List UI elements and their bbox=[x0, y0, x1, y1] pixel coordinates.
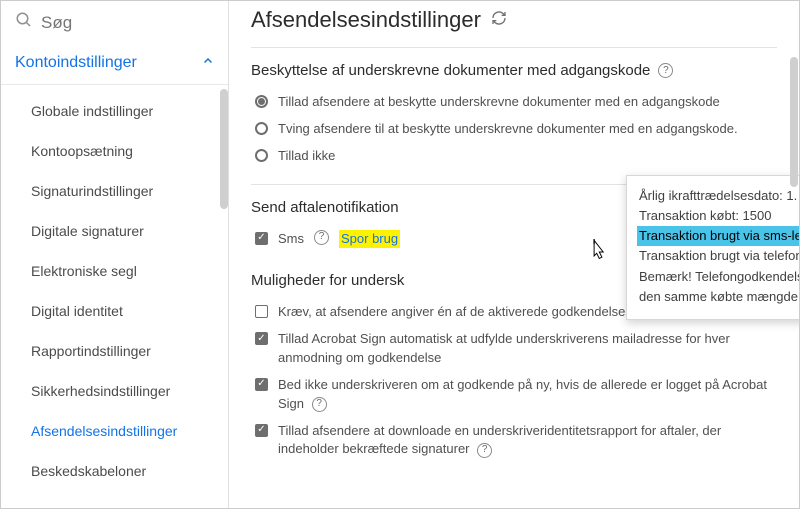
tooltip-line: Transaktion brugt via telefongodkendelse… bbox=[639, 246, 799, 266]
tooltip-note: Bemærk! Telefongodkendelse og sms-leveri… bbox=[639, 267, 799, 307]
radio-icon[interactable] bbox=[255, 95, 268, 108]
checkbox[interactable] bbox=[255, 332, 268, 345]
main-scrollbar[interactable] bbox=[790, 57, 798, 187]
section-password-title-row: Beskyttelse af underskrevne dokumenter m… bbox=[251, 62, 777, 79]
radio-label: Tillad ikke bbox=[278, 147, 335, 166]
sms-label: Sms bbox=[278, 230, 304, 249]
page-title-row: Afsendelsesindstillinger bbox=[251, 5, 777, 47]
checkbox-option: Tillad afsendere at downloade en undersk… bbox=[255, 418, 777, 464]
checkbox[interactable] bbox=[255, 305, 268, 318]
page-title: Afsendelsesindstillinger bbox=[251, 7, 481, 33]
main-panel: Afsendelsesindstillinger Beskyttelse af … bbox=[229, 1, 799, 508]
chevron-up-icon bbox=[202, 54, 214, 72]
sidebar-item[interactable]: Digitale signaturer bbox=[1, 211, 228, 251]
sidebar-item[interactable]: Elektroniske segl bbox=[1, 251, 228, 291]
help-icon[interactable]: ? bbox=[312, 397, 327, 412]
sidebar-item[interactable]: Rapportindstillinger bbox=[1, 331, 228, 371]
sms-checkbox[interactable] bbox=[255, 232, 268, 245]
help-icon[interactable]: ? bbox=[477, 443, 492, 458]
checkbox-label: Tillad Acrobat Sign automatisk at udfyld… bbox=[278, 330, 777, 368]
help-icon[interactable]: ? bbox=[658, 63, 673, 78]
radio-label: Tillad afsendere at beskytte underskrevn… bbox=[278, 93, 720, 112]
usage-tooltip: Årlig ikrafttrædelsesdato: 1. januar Tra… bbox=[626, 175, 799, 320]
sidebar-nav: Globale indstillingerKontoopsætningSigna… bbox=[1, 85, 228, 508]
radio-option[interactable]: Tving afsendere til at beskytte underskr… bbox=[255, 116, 777, 143]
section-password-title: Beskyttelse af underskrevne dokumenter m… bbox=[251, 62, 650, 79]
tooltip-line: Årlig ikrafttrædelsesdato: 1. januar bbox=[639, 186, 799, 206]
tooltip-line: Transaktion købt: 1500 bbox=[639, 206, 799, 226]
checkbox[interactable] bbox=[255, 424, 268, 437]
help-icon[interactable]: ? bbox=[314, 230, 329, 245]
divider bbox=[251, 47, 777, 48]
sign-options: Kræv, at afsendere angiver én af de akti… bbox=[251, 299, 777, 463]
sidebar-item[interactable]: Sikkerhedsindstillinger bbox=[1, 371, 228, 411]
radio-icon[interactable] bbox=[255, 122, 268, 135]
sidebar-scrollbar[interactable] bbox=[220, 89, 228, 209]
sidebar-item[interactable]: Beskedskabeloner bbox=[1, 451, 228, 491]
sidebar-item[interactable]: Kontoopsætning bbox=[1, 131, 228, 171]
sidebar-item[interactable]: Globale indstillinger bbox=[1, 91, 228, 131]
checkbox-option: Bed ikke underskriveren om at godkende p… bbox=[255, 372, 777, 418]
sidebar-item[interactable]: Afsendelsesindstillinger bbox=[1, 411, 228, 451]
search-icon bbox=[15, 11, 33, 34]
app-window: Kontoindstillinger Globale indstillinger… bbox=[0, 0, 800, 509]
refresh-icon[interactable] bbox=[491, 10, 507, 31]
radio-icon[interactable] bbox=[255, 149, 268, 162]
password-options: Tillad afsendere at beskytte underskrevn… bbox=[251, 89, 777, 170]
sidebar-item[interactable]: Signaturindstillinger bbox=[1, 171, 228, 211]
radio-label: Tving afsendere til at beskytte underskr… bbox=[278, 120, 738, 139]
checkbox-label: Tillad afsendere at downloade en undersk… bbox=[278, 422, 777, 460]
sidebar-item[interactable]: Digital identitet bbox=[1, 291, 228, 331]
checkbox-option: Tillad Acrobat Sign automatisk at udfyld… bbox=[255, 326, 777, 372]
radio-option[interactable]: Tillad ikke bbox=[255, 143, 777, 170]
track-usage-link[interactable]: Spor brug bbox=[339, 230, 400, 249]
checkbox-label: Bed ikke underskriveren om at godkende p… bbox=[278, 376, 777, 414]
sidebar: Kontoindstillinger Globale indstillinger… bbox=[1, 1, 229, 508]
sidebar-section-label: Kontoindstillinger bbox=[15, 54, 137, 72]
tooltip-highlight-line: Transaktion brugt via sms-levering: 6 bbox=[637, 226, 799, 246]
sidebar-section-header[interactable]: Kontoindstillinger bbox=[1, 44, 228, 85]
radio-option[interactable]: Tillad afsendere at beskytte underskrevn… bbox=[255, 89, 777, 116]
search-row bbox=[1, 1, 228, 44]
search-input[interactable] bbox=[41, 13, 181, 33]
checkbox[interactable] bbox=[255, 378, 268, 391]
